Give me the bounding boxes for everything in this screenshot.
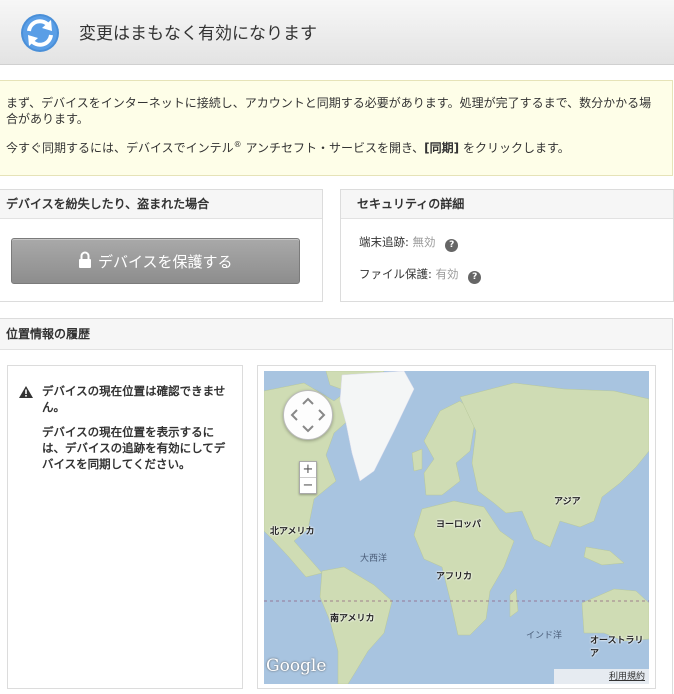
notice-text-part: アンチセフト・サービスを開き、 [241, 141, 425, 155]
warning-icon [19, 386, 33, 398]
lost-device-panel: デバイスを紛失したり、盗まれた場合 デバイスを保護する [0, 189, 323, 302]
lost-device-panel-title: デバイスを紛失したり、盗まれた場合 [0, 190, 322, 219]
device-tracking-status: 無効 [412, 235, 436, 249]
map-label-south-america: 南アメリカ [330, 614, 375, 624]
map-label-australia: オーストラリア [590, 636, 644, 659]
notice-text-part: をクリックします。 [459, 141, 570, 155]
protect-device-label: デバイスを保護する [98, 253, 233, 271]
notice-sync-instruction: 今すぐ同期するには、デバイスでインテル® アンチセフト・サービスを開き、[同期]… [6, 139, 570, 156]
sync-notice: まず、デバイスをインターネットに接続し、アカウントと同期する必要があります。処理… [0, 80, 673, 176]
map-label-europe: ヨーロッパ [436, 520, 482, 530]
page-title: 変更はまもなく有効になります [79, 24, 317, 44]
location-history-panel: 位置情報の履歴 デバイスの現在位置は確認できません。 デバイスの現在位置を表示す… [0, 318, 673, 694]
zoom-out-button[interactable]: − [300, 477, 316, 493]
google-logo[interactable]: Google [266, 656, 326, 676]
security-details-title: セキュリティの詳細 [341, 190, 673, 219]
terms-of-use-link[interactable]: 利用規約 [554, 669, 649, 684]
map-label-north-america: 北アメリカ [270, 527, 315, 537]
map-label-asia: アジア [554, 497, 581, 507]
map-label-africa: アフリカ [436, 572, 473, 582]
sync-icon [21, 14, 59, 52]
notice-text: まず、デバイスをインターネットに接続し、アカウントと同期する必要があります。処理… [6, 96, 652, 126]
sync-keyword: [同期] [424, 141, 460, 155]
device-tracking-row: 端末追跡: 無効 ? [359, 234, 459, 252]
zoom-in-button[interactable]: + [300, 462, 316, 477]
map-zoom-control: + − [299, 461, 317, 494]
file-protection-status: 有効 [435, 267, 459, 281]
device-tracking-label: 端末追跡: [359, 235, 409, 249]
registered-mark: ® [233, 140, 242, 149]
location-message-box: デバイスの現在位置は確認できません。 デバイスの現在位置を表示するには、デバイス… [7, 365, 243, 689]
pan-arrows-icon [290, 397, 326, 433]
enable-tracking-hint: デバイスの現在位置を表示するには、デバイスの追跡を有効にしてデバイスを同期してく… [42, 425, 226, 471]
notice-text-part: 今すぐ同期するには、デバイスでインテル [6, 141, 234, 155]
map-label-indian-ocean: インド洋 [526, 631, 563, 641]
lock-icon [79, 251, 91, 268]
map-pan-control[interactable] [283, 390, 333, 440]
help-icon[interactable]: ? [468, 271, 482, 284]
world-map[interactable]: 北アメリカ 南アメリカ ヨーロッパ アフリカ アジア オーストラリア 大西洋 イ… [264, 371, 649, 684]
map-label-atlantic: 大西洋 [360, 554, 388, 564]
security-details-panel: セキュリティの詳細 端末追跡: 無効 ? ファイル保護: 有効 ? [340, 189, 674, 302]
page-header: 変更はまもなく有効になります [0, 0, 674, 65]
terms-of-use-label: 利用規約 [608, 672, 645, 682]
file-protection-label: ファイル保護: [359, 267, 432, 281]
file-protection-row: ファイル保護: 有効 ? [359, 266, 482, 284]
location-unavailable-message: デバイスの現在位置は確認できません。 [42, 384, 226, 414]
help-icon[interactable]: ? [445, 239, 459, 252]
protect-device-button[interactable]: デバイスを保護する [11, 238, 300, 284]
map-frame: 北アメリカ 南アメリカ ヨーロッパ アフリカ アジア オーストラリア 大西洋 イ… [257, 365, 656, 689]
location-history-title: 位置情報の履歴 [0, 319, 672, 350]
